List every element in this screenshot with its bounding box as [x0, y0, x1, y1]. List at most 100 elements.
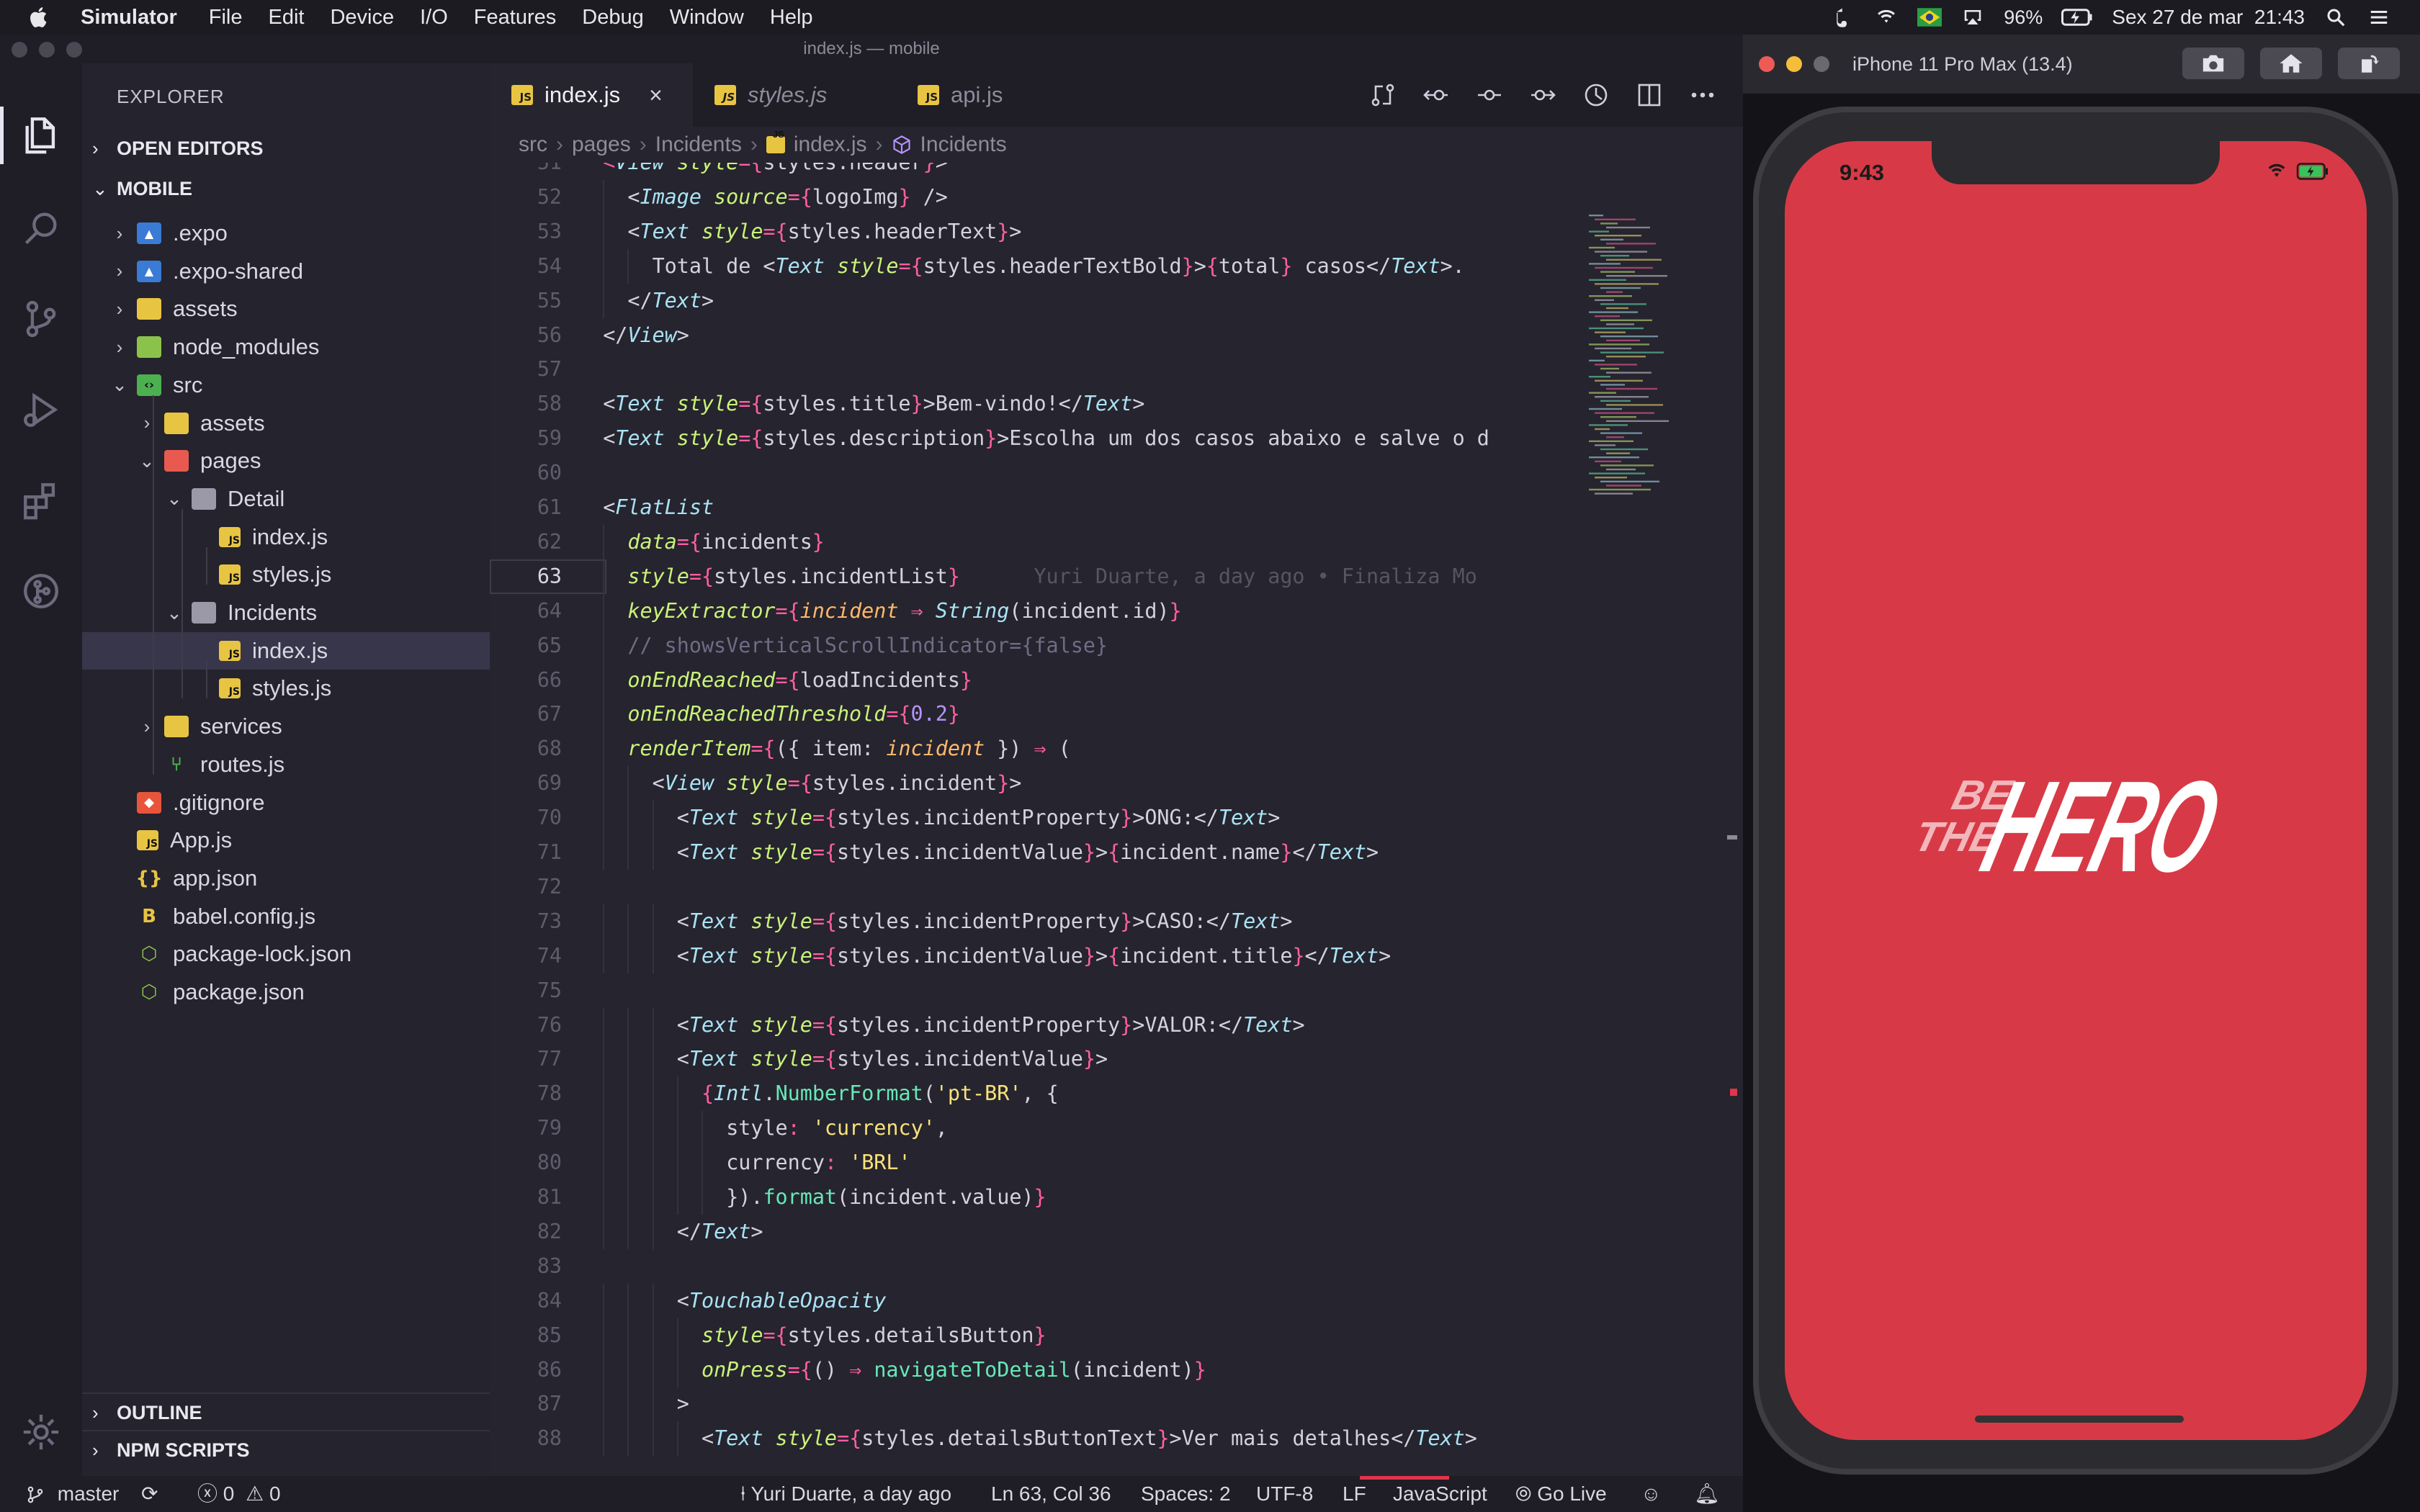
breadcrumb-pages[interactable]: pages [572, 127, 631, 163]
project-section[interactable]: ⌄ MOBILE [82, 170, 490, 207]
spotlight-search-icon[interactable] [2323, 6, 2348, 28]
home-indicator[interactable] [1975, 1416, 2184, 1423]
code-line[interactable]: 80 currency: 'BRL' [490, 1146, 1599, 1181]
breadcrumb-incidents[interactable]: Incidents [655, 127, 742, 163]
more-actions-icon[interactable] [1688, 81, 1717, 109]
code-line[interactable]: 53 <Text style={styles.headerText}> [490, 214, 1599, 249]
tree-item[interactable]: Bbabel.config.js [82, 898, 490, 935]
code-line[interactable]: 68 renderItem={({ item: incident }) ⇒ ( [490, 732, 1599, 767]
split-editor-icon[interactable] [1635, 81, 1664, 109]
chevron-down-icon[interactable]: ⌄ [109, 374, 130, 396]
home-button[interactable] [2260, 48, 2322, 79]
tab-index-js[interactable]: JS index.js × [490, 63, 693, 127]
git-graph-icon[interactable] [20, 570, 62, 612]
npm-scripts-section[interactable]: › NPM SCRIPTS [82, 1430, 490, 1467]
cursor-position[interactable]: Ln 63, Col 36 [991, 1476, 1111, 1512]
code-line[interactable]: 51 <View style={styles.header}> [490, 163, 1599, 180]
close-window-button[interactable] [12, 42, 27, 58]
code-line[interactable]: 84 <TouchableOpacity [490, 1283, 1599, 1318]
tree-item[interactable]: › ▲ .expo-shared [82, 253, 490, 290]
code-line[interactable]: 82 </Text> [490, 1214, 1599, 1249]
code-line[interactable]: 58 <Text style={styles.title}>Bem-vindo!<… [490, 387, 1599, 421]
minimap[interactable] [1585, 215, 1700, 517]
code-line[interactable]: 88 <Text style={styles.detailsButtonText}… [490, 1421, 1599, 1457]
encoding-status[interactable]: UTF-8 [1256, 1476, 1313, 1512]
battery-charging-icon[interactable] [2061, 6, 2093, 28]
code-line[interactable]: 65 // showsVerticalScrollIndicator={false… [490, 628, 1599, 663]
code-line[interactable]: 67 onEndReachedThreshold={0.2} [490, 697, 1599, 732]
chevron-right-icon[interactable]: › [109, 336, 130, 359]
commit-icon[interactable] [1475, 81, 1504, 109]
menu-device[interactable]: Device [330, 6, 394, 30]
code-line[interactable]: 57 [490, 352, 1599, 387]
tree-item[interactable]: ◆ .gitignore [82, 784, 490, 822]
minimize-window-button[interactable] [1786, 56, 1802, 72]
code-line[interactable]: 72 [490, 870, 1599, 904]
chevron-right-icon[interactable]: › [109, 260, 130, 282]
git-branch-status[interactable]: master [26, 1476, 119, 1512]
sync-icon[interactable]: ⟳ [141, 1476, 158, 1512]
tree-item[interactable]: › assets [82, 290, 490, 328]
chevron-down-icon[interactable]: ⌄ [164, 487, 184, 510]
tab-api-js[interactable]: JS api.js [896, 63, 1099, 127]
tree-item[interactable]: ⌄ pages [82, 442, 490, 480]
go-live-status[interactable]: ⦾ Go Live [1515, 1476, 1607, 1512]
evernote-icon[interactable] [1831, 6, 1855, 28]
menu-clock[interactable]: Sex 27 de mar 21:43 [2112, 6, 2305, 29]
chevron-right-icon[interactable]: › [109, 222, 130, 245]
code-line[interactable]: 59 <Text style={styles.description}>Escol… [490, 421, 1599, 456]
indentation-status[interactable]: Spaces: 2 [1141, 1476, 1231, 1512]
previous-change-icon[interactable] [1422, 81, 1451, 109]
tree-item[interactable]: ⌄ Incidents [82, 594, 490, 631]
outline-section[interactable]: › OUTLINE [82, 1392, 490, 1430]
tree-item[interactable]: ⌄ Detail [82, 480, 490, 518]
run-debug-icon[interactable] [20, 389, 62, 431]
code-line[interactable]: 77 <Text style={styles.incidentValue}> [490, 1042, 1599, 1077]
settings-gear-icon[interactable] [20, 1411, 62, 1453]
code-line[interactable]: 71 <Text style={styles.incidentValue}>{in… [490, 835, 1599, 870]
code-line[interactable]: 85 style={styles.detailsButton} [490, 1318, 1599, 1353]
tree-item[interactable]: ⬡ package.json [82, 973, 490, 1011]
menu-window[interactable]: Window [670, 6, 744, 30]
notifications-bell-icon[interactable]: 🔔︎ [1694, 1476, 1720, 1512]
brazil-flag-icon[interactable] [1917, 6, 1942, 28]
code-line[interactable]: 75 [490, 973, 1599, 1008]
breadcrumb-file[interactable]: index.js [794, 127, 867, 163]
tree-item[interactable]: JS index.js [82, 631, 490, 670]
code-line[interactable]: 56 </View> [490, 318, 1599, 353]
code-line[interactable]: 66 onEndReached={loadIncidents} [490, 662, 1599, 698]
open-editors-section[interactable]: › OPEN EDITORS [82, 130, 490, 167]
compare-changes-icon[interactable] [1368, 81, 1397, 109]
tree-item[interactable]: ⬡ package-lock.json [82, 935, 490, 973]
code-line[interactable]: 69 <View style={styles.incident}> [490, 766, 1599, 801]
language-mode[interactable]: JavaScript [1393, 1476, 1487, 1512]
code-editor[interactable]: 51<View style={styles.header}>52<Image s… [490, 163, 1599, 1476]
menu-help[interactable]: Help [770, 6, 813, 30]
tree-item[interactable]: › services [82, 708, 490, 745]
git-blame-status[interactable]: ⍿ Yuri Duarte, a day ago [740, 1476, 951, 1512]
code-line[interactable]: 52 <Image source={logoImg} /> [490, 179, 1599, 215]
search-icon[interactable] [20, 207, 62, 249]
tree-item[interactable]: JS App.js [82, 822, 490, 859]
zoom-window-button[interactable] [66, 42, 82, 58]
zoom-window-button[interactable] [1814, 56, 1829, 72]
close-icon[interactable]: × [649, 82, 663, 109]
code-line[interactable]: 76 <Text style={styles.incidentProperty}>… [490, 1007, 1599, 1043]
code-line[interactable]: 54 Total de <Text style={styles.headerTex… [490, 248, 1599, 284]
tree-item[interactable]: {} app.json [82, 860, 490, 897]
screenshot-button[interactable] [2182, 48, 2244, 79]
code-line[interactable]: 86 onPress={() ⇒ navigateToDetail(inciden… [490, 1352, 1599, 1387]
code-line[interactable]: 62 data={incidents} [490, 524, 1599, 559]
code-line[interactable]: 87 > [490, 1387, 1599, 1422]
breadcrumb-symbol[interactable]: Incidents [920, 127, 1007, 163]
code-line[interactable]: 70 <Text style={styles.incidentProperty}>… [490, 801, 1599, 836]
code-line[interactable]: 55 </Text> [490, 283, 1599, 318]
code-line[interactable]: 60 [490, 456, 1599, 490]
control-center-icon[interactable] [2367, 6, 2391, 28]
tab-styles-js[interactable]: JS styles.js [693, 63, 896, 127]
chevron-right-icon[interactable]: › [109, 298, 130, 320]
eol-status[interactable]: LF [1343, 1476, 1366, 1512]
tree-item[interactable]: JS styles.js [82, 670, 490, 707]
explorer-icon[interactable] [20, 114, 62, 156]
apple-icon[interactable] [27, 5, 52, 30]
